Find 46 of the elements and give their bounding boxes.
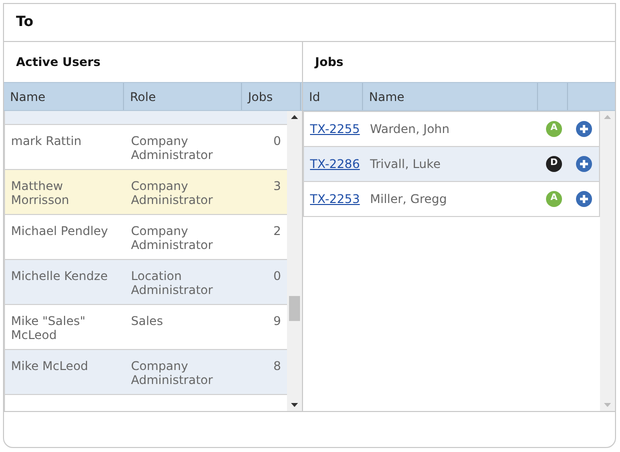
- column-header[interactable]: Name: [4, 83, 124, 110]
- user-role: Sales: [131, 314, 163, 328]
- customer-name: Miller, Gregg: [370, 192, 447, 206]
- user-role: Company Administrator: [131, 134, 213, 162]
- user-name: Mike McLeod: [11, 359, 88, 373]
- status-badge: A: [546, 121, 562, 137]
- scroll-down-icon[interactable]: [291, 403, 298, 407]
- job-count: 9: [273, 314, 281, 328]
- table-row[interactable]: Michelle Kendze Location Administrator 0: [5, 260, 287, 305]
- job-id-link[interactable]: TX-2253: [310, 192, 360, 206]
- column-header[interactable]: Id: [303, 83, 363, 110]
- user-name: Michelle Kendze: [11, 269, 108, 283]
- panel-title: Jobs: [315, 54, 344, 71]
- dialog-title: To: [16, 13, 34, 32]
- scroll-up-icon[interactable]: [291, 115, 298, 119]
- column-header[interactable]: Jobs: [242, 83, 301, 110]
- scrollbar[interactable]: [287, 111, 302, 411]
- add-icon[interactable]: [576, 191, 592, 207]
- job-count: 3: [273, 179, 281, 193]
- table-row[interactable]: Mike McLeod Company Administrator 8: [5, 350, 287, 395]
- customer-name: Warden, John: [370, 122, 450, 136]
- add-icon[interactable]: [576, 121, 592, 137]
- user-role: Location Administrator: [131, 269, 213, 297]
- scroll-thumb[interactable]: [289, 296, 300, 321]
- user-role: Company Administrator: [131, 359, 213, 387]
- job-count: 0: [273, 134, 281, 148]
- user-name: Matthew Morrisson: [11, 179, 70, 207]
- job-count: 0: [273, 269, 281, 283]
- column-header[interactable]: Name: [363, 83, 538, 110]
- job-count: 8: [273, 359, 281, 373]
- table-row[interactable]: Matthew Morrisson Company Administrator 3: [5, 170, 287, 215]
- user-name: mark Rattin: [11, 134, 82, 148]
- status-badge: A: [546, 191, 562, 207]
- user-name: Mike "Sales" McLeod: [11, 314, 86, 342]
- status-badge: D: [546, 156, 562, 172]
- job-id-link[interactable]: TX-2286: [310, 157, 360, 171]
- user-role: Company Administrator: [131, 224, 213, 252]
- job-count: 2: [273, 224, 281, 238]
- job-id-link[interactable]: TX-2255: [310, 122, 360, 136]
- table-row[interactable]: TX-2286 Trivall, Luke D: [304, 146, 599, 181]
- column-header[interactable]: Role: [124, 83, 242, 110]
- user-name: Michael Pendley: [11, 224, 108, 238]
- panel-title: Active Users: [16, 54, 100, 71]
- customer-name: Trivall, Luke: [370, 157, 441, 171]
- user-role: Company Administrator: [131, 179, 213, 207]
- add-icon[interactable]: [576, 156, 592, 172]
